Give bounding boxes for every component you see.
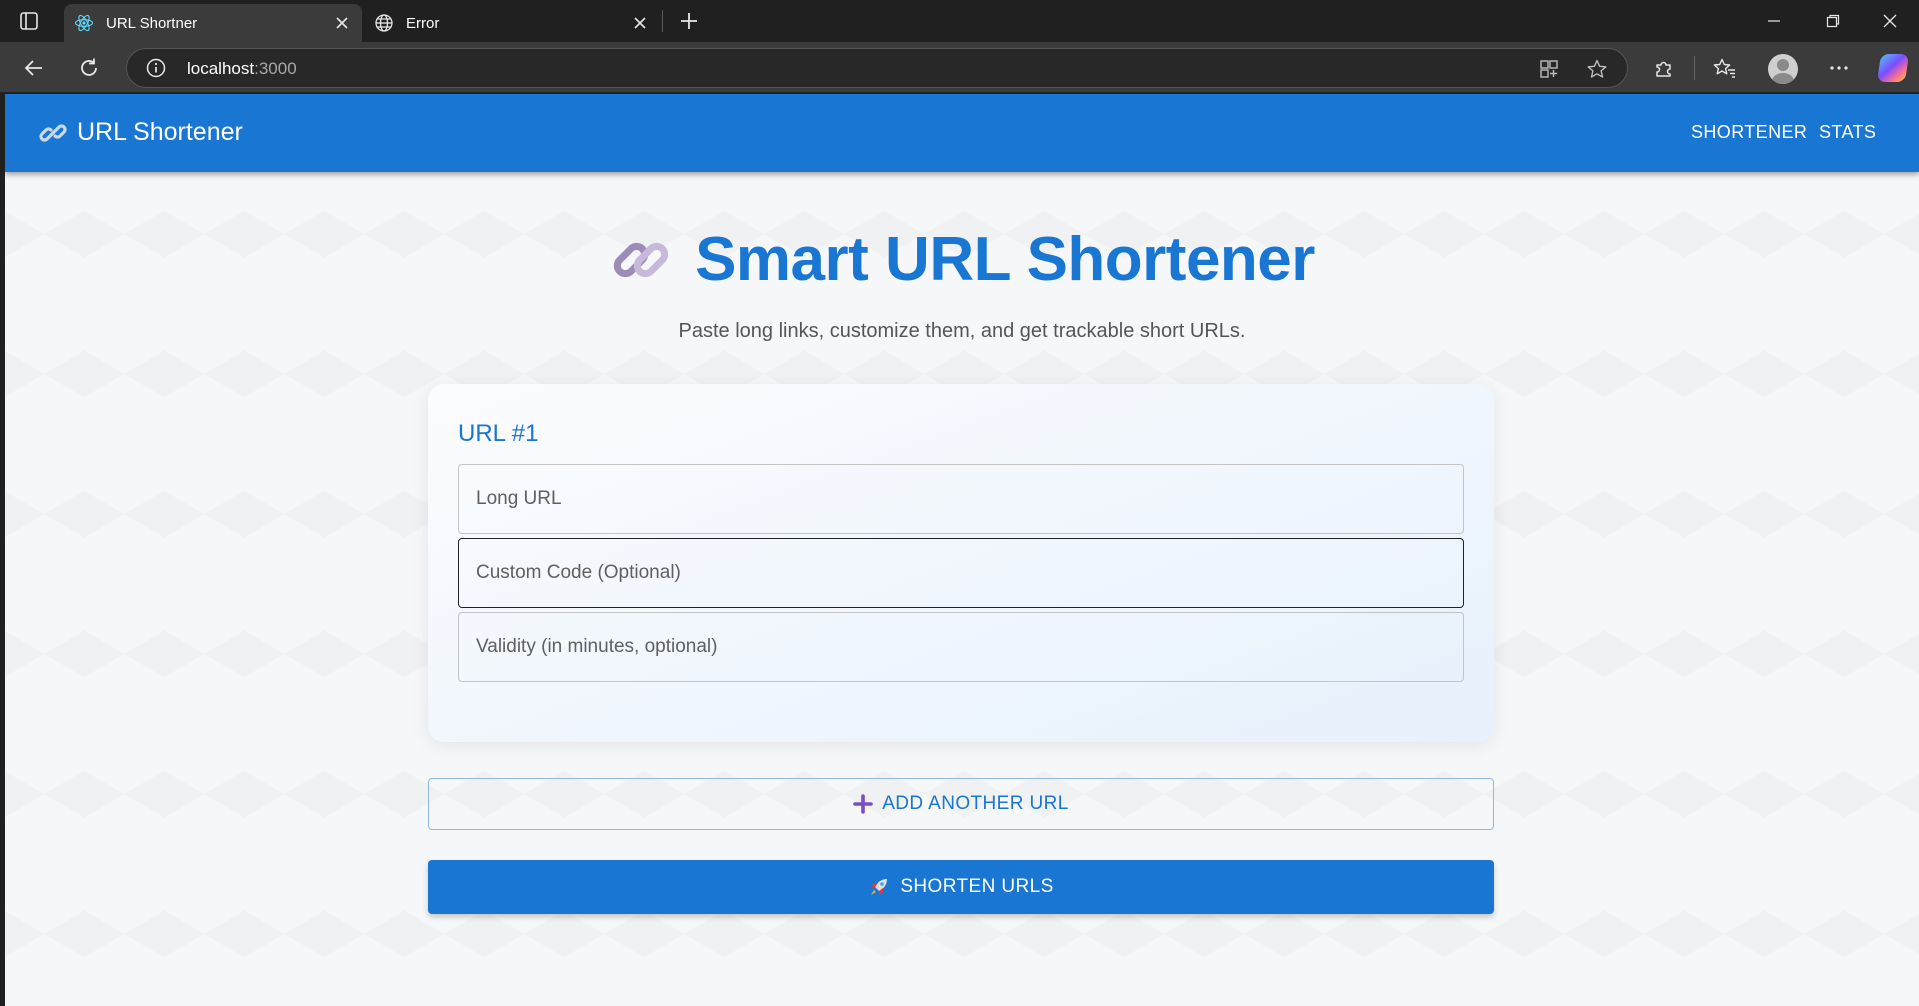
brand[interactable]: URL Shortener	[39, 118, 243, 147]
plus-icon	[853, 794, 874, 814]
add-another-url-label: ADD ANOTHER URL	[882, 793, 1069, 814]
page-subtitle: Paste long links, customize them, and ge…	[678, 320, 1246, 342]
rocket-icon	[871, 879, 888, 895]
profile-avatar[interactable]	[1768, 54, 1798, 84]
react-icon	[74, 13, 94, 33]
tab-title: URL Shortner	[106, 14, 198, 32]
address-host: localhost	[187, 59, 255, 78]
back-icon[interactable]	[18, 52, 50, 84]
url-entry-card: URL #1	[428, 384, 1494, 742]
link-icon	[613, 242, 669, 277]
nav-shortener[interactable]: SHORTENER	[1691, 122, 1807, 143]
browser-toolbar: localhost:3000	[0, 42, 1919, 92]
long-url-input[interactable]	[458, 464, 1464, 534]
tab-error[interactable]: Error	[364, 4, 660, 42]
address-bar[interactable]: localhost:3000	[126, 48, 1628, 88]
restore-icon[interactable]	[1804, 0, 1862, 42]
brand-title: URL Shortener	[77, 118, 243, 146]
card-title: URL #1	[458, 420, 539, 447]
add-another-url-button[interactable]: ADD ANOTHER URL	[428, 778, 1494, 830]
globe-icon	[374, 13, 394, 33]
close-tab-icon[interactable]	[628, 11, 652, 35]
page-viewport: URL Shortener SHORTENER STATS Smart URL …	[5, 94, 1919, 1006]
browser-tab-strip: URL Shortner Error	[0, 0, 1919, 42]
validity-input[interactable]	[458, 612, 1464, 682]
minimize-icon[interactable]	[1745, 0, 1803, 42]
more-options-icon[interactable]	[1823, 52, 1855, 84]
tab-title: Error	[406, 14, 440, 32]
avatar-head	[1777, 59, 1789, 71]
site-info-icon[interactable]	[145, 57, 167, 79]
page-title: Smart URL Shortener	[695, 225, 1315, 294]
app-available-icon[interactable]	[1537, 57, 1561, 81]
address-port: :3000	[254, 59, 297, 78]
shorten-urls-label: SHORTEN URLS	[900, 876, 1054, 897]
toolbar-divider	[1694, 56, 1695, 80]
nav-stats[interactable]: STATS	[1819, 122, 1876, 143]
address-url: localhost:3000	[187, 59, 297, 79]
close-window-icon[interactable]	[1861, 0, 1919, 42]
copilot-icon[interactable]	[1877, 54, 1909, 82]
new-tab-icon[interactable]	[676, 8, 702, 34]
avatar-body	[1772, 73, 1794, 84]
favorite-star-icon[interactable]	[1585, 57, 1609, 81]
app-bar: URL Shortener SHORTENER STATS	[5, 94, 1919, 172]
hero-heading: Smart URL Shortener	[5, 224, 1919, 295]
tab-actions-icon[interactable]	[18, 10, 40, 32]
custom-code-input[interactable]	[458, 538, 1464, 608]
link-icon	[39, 123, 67, 142]
shorten-urls-button[interactable]: SHORTEN URLS	[428, 860, 1494, 914]
refresh-icon[interactable]	[73, 52, 105, 84]
tab-divider	[662, 10, 663, 32]
extensions-icon[interactable]	[1648, 52, 1680, 84]
close-tab-icon[interactable]	[330, 11, 354, 35]
tab-url-shortner[interactable]: URL Shortner	[64, 4, 362, 42]
favorites-icon[interactable]	[1709, 52, 1741, 84]
